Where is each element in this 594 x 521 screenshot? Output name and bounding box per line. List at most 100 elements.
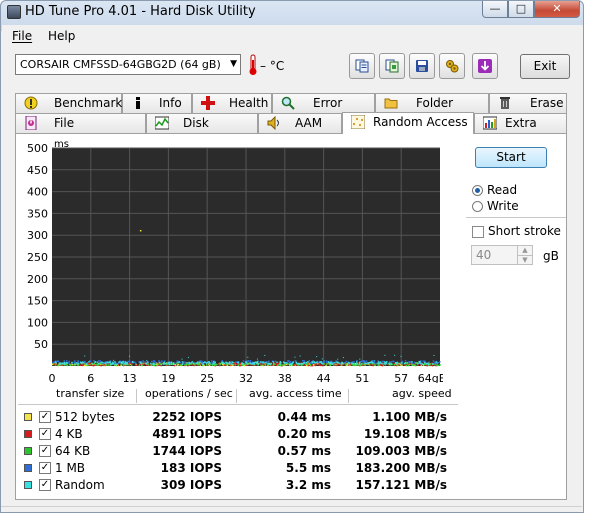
drive-select[interactable]: CORSAIR CMFSSD-64GBG2D (64 gB) ▼ [15,54,241,75]
data-point [292,361,294,363]
iops-cell: 1744 IOPS [152,444,222,458]
data-point [397,364,399,367]
x-tick-label: 25 [200,372,214,383]
speed-cell: 109.003 MB/s [355,444,447,458]
data-point [264,354,266,356]
maximize-button[interactable]: □ [508,1,534,18]
y-tick-label: 450 [27,164,48,177]
data-point [91,362,93,365]
y-tick-label: 150 [27,295,48,308]
data-point [88,361,90,363]
data-point [247,360,250,363]
data-point [400,355,402,357]
short-stroke-size-input[interactable]: 40 ▲ ▼ [471,245,533,265]
series-checkbox[interactable]: ✓ [39,462,51,474]
tab-aam[interactable]: AAM [258,113,342,133]
short-stroke-checkbox[interactable] [472,226,484,238]
tab-folder-usage[interactable]: Folder Usage [375,93,489,128]
data-point [385,362,388,365]
data-point [414,364,417,367]
save-button[interactable] [409,53,435,79]
series-checkbox[interactable]: ✓ [39,445,51,457]
tab-info[interactable]: Info [122,93,192,113]
tab-error-scan[interactable]: Error Scan [272,93,375,128]
data-point [55,362,57,364]
read-radio[interactable] [472,185,483,196]
menu-file-label: File [12,29,33,43]
data-point [307,361,309,363]
dropdown-arrow-icon[interactable]: ▼ [230,55,237,74]
data-point [370,361,373,363]
spin-down-icon[interactable]: ▼ [517,255,532,265]
data-point [305,361,308,364]
access-time-cell: 0.57 ms [277,444,331,458]
data-point [409,361,411,363]
tab-extra-tests[interactable]: Extra tests [474,113,567,148]
data-point [282,361,285,363]
data-point [365,360,368,362]
tab-label: Random Access [373,115,468,129]
exit-button[interactable]: Exit [520,54,570,79]
data-point [173,363,175,366]
data-point [325,363,328,366]
options-button[interactable] [439,53,465,79]
data-point [68,362,70,364]
copy-text-button[interactable] [349,53,375,79]
data-point [337,361,339,364]
info-icon [136,97,140,109]
tab-health[interactable]: Health [192,93,272,113]
data-point [211,360,213,362]
data-point [199,361,201,364]
menu-help[interactable]: Help [48,29,75,43]
data-point [362,360,365,363]
data-point [241,364,244,366]
data-point [54,364,57,366]
download-button[interactable] [472,53,498,79]
data-point [179,364,181,366]
data-point [63,361,66,364]
series-checkbox[interactable]: ✓ [39,479,51,491]
data-point [343,362,345,364]
random-access-chart: 500 450 400 350 300 250 200 150 100 50 0 6 13 19 25 32 3… [18,138,446,385]
spin-up-icon[interactable]: ▲ [517,246,532,255]
data-point [76,362,78,364]
data-point [71,363,74,366]
data-point [114,363,117,366]
write-radio[interactable] [472,201,483,212]
data-point [150,364,153,366]
data-point [152,360,155,362]
menu-file[interactable]: File [12,29,32,43]
title-bar[interactable]: HD Tune Pro 4.01 - Hard Disk Utility — □… [1,1,583,23]
series-checkbox[interactable]: ✓ [39,428,51,440]
data-point [419,361,421,363]
health-cross-icon [201,96,215,110]
tab-benchmark[interactable]: Benchmark [15,93,122,113]
data-point [77,362,80,365]
data-point [139,229,142,232]
data-point [197,361,199,363]
exclamation-icon [24,96,38,110]
data-point [64,363,66,365]
data-point [151,360,153,363]
data-point [433,354,435,356]
tab-disk-monitor[interactable]: Disk monitor [146,113,258,148]
tab-erase[interactable]: Erase [489,93,567,113]
data-point [257,363,260,365]
start-button[interactable]: Start [475,147,547,168]
data-point [168,361,171,364]
data-point [109,361,111,363]
data-point [249,359,252,362]
series-checkbox[interactable]: ✓ [39,411,51,423]
speed-cell: 1.100 MB/s [372,410,447,424]
data-point [364,362,366,364]
data-point [351,362,353,364]
status-divider [1,506,582,507]
tab-file-benchmark[interactable]: File Benchmark [15,113,146,148]
copy-screenshot-button[interactable] [379,53,405,79]
y-axis-unit-label: ms [54,139,69,150]
close-button[interactable]: ✕ [534,1,580,18]
tab-random-access[interactable]: Random Access [342,112,474,134]
data-point [103,364,105,366]
minimize-button[interactable]: — [482,1,508,18]
data-point [89,363,91,366]
